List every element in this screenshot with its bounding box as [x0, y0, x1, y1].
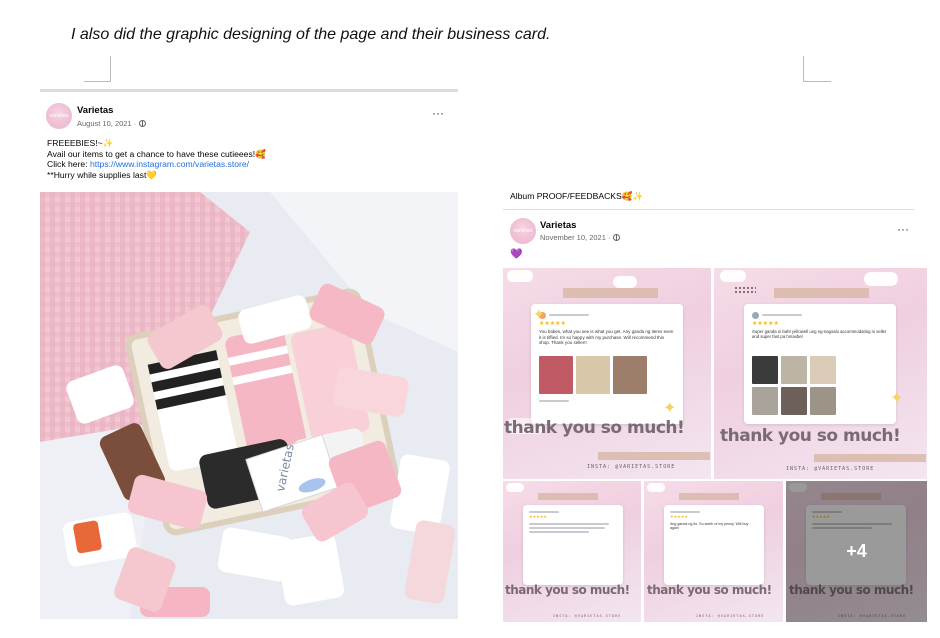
feedback-image-2[interactable]: ★★★★★ Super ganda ni baht yellowell ung …: [714, 268, 927, 479]
torn-paper-decoration: [774, 288, 869, 298]
torn-paper-decoration: [538, 493, 598, 500]
insta-handle: INSTA: @VARIETAS.STORE: [553, 614, 622, 618]
crop-mark-right-h: [803, 81, 831, 82]
sparkle-icon: ✦: [890, 390, 904, 407]
purple-heart-emoji-icon: 💜: [510, 249, 523, 260]
review-photo: [781, 387, 807, 415]
page-caption: I also did the graphic designing of the …: [71, 26, 551, 43]
album-title-link[interactable]: PROOF/FEEDBACKS: [537, 191, 622, 201]
review-photo: [613, 356, 647, 394]
post-timestamp[interactable]: August 10, 2021 ·: [77, 119, 147, 128]
post-line-1: FREEEBIES!~: [47, 138, 103, 148]
avatar-logo-text: varietas: [49, 113, 69, 119]
rating-stars-icon: ★★★★★: [670, 514, 688, 519]
page-name-link[interactable]: Varietas: [77, 105, 113, 116]
sparkle-icon: ✦: [663, 400, 677, 417]
review-card: ★★★★★ You babes, what you see is what yo…: [531, 304, 683, 424]
reviewer-name: [529, 511, 559, 513]
review-text: You babes, what you see is what you get.…: [539, 329, 674, 346]
feedback-image-1[interactable]: ★★★★★ You babes, what you see is what yo…: [503, 268, 711, 479]
instagram-link[interactable]: https://www.instagram.com/varietas.store…: [90, 159, 249, 169]
review-photo: [539, 356, 573, 394]
review-card: ★★★★★ Ang ganda ng ito. So worth of my p…: [664, 505, 764, 585]
review-text-line: [529, 531, 589, 533]
post-line-4: **Hurry while supplies last: [47, 169, 147, 180]
thank-you-text: thank you so much!: [647, 583, 772, 597]
post-date: August 10, 2021 ·: [77, 119, 137, 128]
globe-icon: [613, 234, 621, 241]
torn-paper-decoration: [679, 493, 739, 500]
reviewer-name: [549, 314, 589, 316]
crop-mark-left: [110, 56, 111, 82]
crop-mark-left-h: [84, 81, 111, 82]
review-text-line: [529, 523, 609, 525]
torn-paper-decoration: [598, 452, 710, 460]
review-photo: [576, 356, 610, 394]
photo-illustration: varietas: [40, 192, 458, 619]
torn-paper-decoration: [814, 454, 926, 462]
review-date: [539, 400, 569, 402]
feedback-image-5[interactable]: ★★★★★ thank you so much! INSTA: @VARIETA…: [786, 481, 927, 622]
more-options-button[interactable]: ···: [432, 106, 444, 120]
insta-handle: INSTA: @VARIETAS.STORE: [786, 466, 875, 472]
thank-you-text: thank you so much!: [504, 418, 685, 438]
review-text-line: [529, 527, 605, 529]
reviewer-name: [762, 314, 802, 316]
review-photo: [752, 387, 778, 415]
globe-icon: [139, 120, 147, 127]
cloud-decoration: [613, 276, 637, 288]
page-name-link[interactable]: Varietas: [540, 220, 576, 231]
insta-handle: INSTA: @VARIETAS.STORE: [696, 614, 765, 618]
avatar-logo-text: varietas: [513, 228, 533, 234]
post-body: FREEEBIES!~✨ Avail our items to get a ch…: [47, 138, 447, 180]
more-photos-overlay[interactable]: +4: [786, 481, 927, 622]
review-photo: [810, 356, 836, 384]
sparkle-icon: ✦: [533, 306, 545, 322]
page-avatar[interactable]: varietas: [46, 103, 72, 129]
facebook-post-feedbacks-album: Album PROOF/FEEDBACKS🥰✨ varietas Varieta…: [503, 183, 928, 623]
rating-stars-icon: ★★★★★: [529, 514, 547, 519]
cloud-decoration: [507, 270, 533, 282]
post-line-2: Avail our items to get a chance to have …: [47, 148, 256, 159]
album-title-line: Album PROOF/FEEDBACKS🥰✨: [510, 191, 643, 202]
review-text: Super ganda ni baht yellowell ung ng-nag…: [752, 329, 887, 340]
crop-mark-right: [803, 56, 804, 82]
more-options-button[interactable]: ···: [897, 222, 909, 236]
cloud-decoration: [506, 483, 524, 492]
review-photo: [810, 387, 836, 415]
dots-decoration: [734, 286, 756, 294]
sparkles-emoji-icon: ✨: [102, 138, 114, 148]
post-timestamp[interactable]: November 10, 2021 ·: [540, 233, 621, 242]
divider: [503, 209, 914, 210]
facebook-post-freebies: varietas Varietas August 10, 2021 · ··· …: [40, 89, 458, 619]
socks-flatlay-photo[interactable]: varietas: [40, 192, 458, 619]
review-card: ★★★★★: [523, 505, 623, 585]
rating-stars-icon: ★★★★★: [752, 321, 779, 327]
cloud-decoration: [647, 483, 665, 492]
album-emoji-icon: 🥰✨: [621, 191, 644, 201]
thank-you-text: thank you so much!: [720, 426, 901, 446]
cloud-decoration: [864, 272, 898, 286]
review-text: Ang ganda ng ito. So worth of my penny. …: [670, 522, 749, 531]
yellow-heart-emoji-icon: 💛: [146, 169, 158, 180]
reviewer-avatar: [752, 312, 759, 319]
more-photos-count: +4: [846, 541, 867, 561]
reviewer-name: [670, 511, 700, 513]
post-line-3-prefix: Click here:: [47, 159, 90, 169]
cloud-decoration: [720, 270, 746, 282]
insta-handle: INSTA: @VARIETAS.STORE: [587, 464, 676, 470]
review-photo: [781, 356, 807, 384]
smiling-hearts-emoji-icon: 🥰: [255, 148, 266, 159]
page-avatar[interactable]: varietas: [510, 218, 536, 244]
feedback-image-4[interactable]: ★★★★★ Ang ganda ng ito. So worth of my p…: [644, 481, 783, 622]
torn-paper-decoration: [563, 288, 658, 298]
album-prefix: Album: [510, 191, 537, 201]
feedback-image-3[interactable]: ★★★★★ thank you so much! INSTA: @VARIETA…: [503, 481, 641, 622]
post-date: November 10, 2021 ·: [540, 233, 611, 242]
thank-you-text: thank you so much!: [505, 583, 630, 597]
review-card: ★★★★★ Super ganda ni baht yellowell ung …: [744, 304, 896, 424]
review-photo: [752, 356, 778, 384]
